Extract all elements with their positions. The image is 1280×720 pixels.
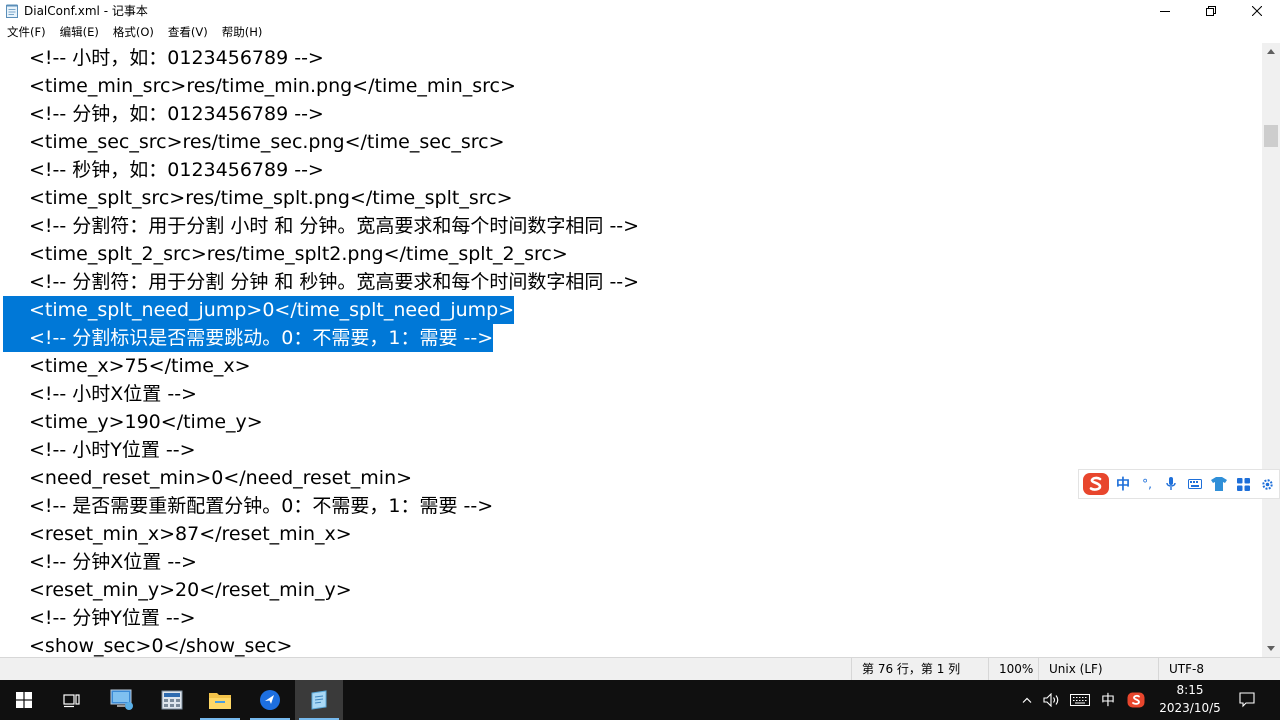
chevron-up-icon bbox=[1022, 697, 1032, 703]
scrollbar-thumb[interactable] bbox=[1264, 125, 1278, 147]
text-line: <time_sec_src>res/time_sec.png</time_sec… bbox=[29, 131, 505, 153]
notepad-taskbar-icon bbox=[311, 690, 327, 710]
menu-file[interactable]: 文件(F) bbox=[0, 22, 53, 42]
text-line: <time_x>75</time_x> bbox=[29, 355, 251, 377]
text-line: <reset_min_x>87</reset_min_x> bbox=[29, 523, 352, 545]
text-line: <time_y>190</time_y> bbox=[29, 411, 263, 433]
text-line: <show_sec>0</show_sec> bbox=[29, 635, 293, 657]
taskbar-app-notepad[interactable] bbox=[295, 680, 343, 720]
notification-icon bbox=[1239, 692, 1255, 708]
text-line: <!-- 分钟X位置 --> bbox=[29, 551, 197, 573]
folder-icon bbox=[209, 693, 231, 709]
window-title: DialConf.xml - 记事本 bbox=[24, 4, 148, 18]
scroll-down-button[interactable] bbox=[1262, 640, 1280, 657]
tray-overflow-button[interactable] bbox=[1016, 680, 1038, 720]
taskbar: 中 8:15 2023/10/5 bbox=[0, 680, 1280, 720]
windows-logo-icon bbox=[16, 692, 32, 708]
text-line: <!-- 小时，如：0123456789 --> bbox=[29, 47, 324, 69]
minimize-icon bbox=[1160, 11, 1170, 12]
selected-text-line: <time_splt_need_jump>0</time_splt_need_j… bbox=[3, 296, 515, 324]
text-line: <!-- 分钟，如：0123456789 --> bbox=[29, 103, 324, 125]
text-line: <!-- 分割符：用于分割 小时 和 分钟。宽高要求和每个时间数字相同 --> bbox=[29, 215, 640, 237]
clock-date[interactable]: 2023/10/5 bbox=[1154, 701, 1226, 715]
title-bar[interactable]: DialConf.xml - 记事本 bbox=[0, 0, 1280, 22]
minimize-button[interactable] bbox=[1142, 0, 1188, 22]
scroll-up-icon bbox=[1267, 49, 1275, 54]
cursor-position: 第 76 行，第 1 列 bbox=[851, 658, 988, 680]
text-line: <!-- 分钟Y位置 --> bbox=[29, 607, 196, 629]
task-view-icon bbox=[63, 694, 80, 708]
text-line: <reset_min_y>20</reset_min_y> bbox=[29, 579, 352, 601]
menu-view[interactable]: 查看(V) bbox=[161, 22, 215, 42]
start-button[interactable] bbox=[0, 680, 48, 720]
text-line: <!-- 是否需要重新配置分钟。0：不需要，1：需要 --> bbox=[29, 495, 494, 517]
text-line: <!-- 分割符：用于分割 分钟 和 秒钟。宽高要求和每个时间数字相同 --> bbox=[29, 271, 640, 293]
close-button[interactable] bbox=[1234, 0, 1280, 22]
scroll-down-icon bbox=[1267, 646, 1275, 651]
task-view-button[interactable] bbox=[48, 680, 96, 720]
text-line: <!-- 小时X位置 --> bbox=[29, 383, 197, 405]
ime-punct-toggle[interactable]: °, bbox=[1135, 471, 1159, 497]
sogou-tray-icon bbox=[1127, 692, 1145, 708]
zoom-level: 100% bbox=[988, 658, 1038, 680]
text-line: <need_reset_min>0</need_reset_min> bbox=[29, 467, 413, 489]
skin-icon[interactable] bbox=[1207, 471, 1231, 497]
clock-time[interactable]: 8:15 bbox=[1154, 683, 1226, 697]
close-icon bbox=[1252, 6, 1262, 16]
ime-mode-label: 中 bbox=[1101, 693, 1115, 709]
network-computer-icon bbox=[110, 689, 133, 710]
taskbar-app-network[interactable] bbox=[98, 680, 146, 720]
app-arrow-icon bbox=[260, 690, 280, 710]
notification-center-button[interactable] bbox=[1230, 680, 1264, 720]
ime-toolbar[interactable]: 中 °, bbox=[1078, 469, 1280, 499]
touch-keyboard-button[interactable] bbox=[1066, 680, 1094, 720]
text-line: <!-- 小时Y位置 --> bbox=[29, 439, 196, 461]
selected-text-line: <!-- 分割标识是否需要跳动。0：不需要，1：需要 --> bbox=[3, 324, 494, 352]
menu-edit[interactable]: 编辑(E) bbox=[53, 22, 106, 42]
restore-icon bbox=[1206, 6, 1216, 16]
keyboard-icon[interactable] bbox=[1183, 471, 1207, 497]
calculator-icon bbox=[161, 690, 183, 710]
status-bar: 第 76 行，第 1 列 100% Unix (LF) UTF-8 bbox=[0, 657, 1280, 680]
text-editor[interactable]: <!-- 小时，如：0123456789 --> <time_min_src>r… bbox=[0, 43, 1262, 657]
volume-button[interactable] bbox=[1040, 680, 1064, 720]
tray-ime-mode[interactable]: 中 bbox=[1096, 680, 1120, 720]
maximize-button[interactable] bbox=[1188, 0, 1234, 22]
encoding: UTF-8 bbox=[1158, 658, 1280, 680]
menu-bar: 文件(F) 编辑(E) 格式(O) 查看(V) 帮助(H) bbox=[0, 22, 1280, 42]
notepad-icon bbox=[6, 4, 18, 18]
text-line: <!-- 秒钟，如：0123456789 --> bbox=[29, 159, 324, 181]
ime-settings-icon[interactable] bbox=[1255, 471, 1279, 497]
text-line: <time_splt_src>res/time_splt.png</time_s… bbox=[29, 187, 513, 209]
menu-help[interactable]: 帮助(H) bbox=[215, 22, 270, 42]
speaker-icon bbox=[1043, 693, 1059, 707]
vertical-scrollbar[interactable] bbox=[1262, 43, 1280, 657]
toolbox-icon[interactable] bbox=[1231, 471, 1255, 497]
menu-format[interactable]: 格式(O) bbox=[106, 22, 161, 42]
keyboard-tray-icon bbox=[1070, 694, 1090, 706]
line-ending: Unix (LF) bbox=[1038, 658, 1158, 680]
microphone-icon[interactable] bbox=[1159, 471, 1183, 497]
scroll-up-button[interactable] bbox=[1262, 43, 1280, 60]
taskbar-app-file-explorer[interactable] bbox=[196, 680, 244, 720]
text-line: <time_splt_2_src>res/time_splt2.png</tim… bbox=[29, 243, 568, 265]
sogou-logo-icon[interactable] bbox=[1081, 471, 1111, 497]
ime-mode-toggle[interactable]: 中 bbox=[1111, 471, 1135, 497]
taskbar-app-calculator[interactable] bbox=[148, 680, 196, 720]
tray-sogou-button[interactable] bbox=[1122, 680, 1150, 720]
taskbar-app-feishu[interactable] bbox=[246, 680, 294, 720]
text-line: <time_min_src>res/time_min.png</time_min… bbox=[29, 75, 516, 97]
